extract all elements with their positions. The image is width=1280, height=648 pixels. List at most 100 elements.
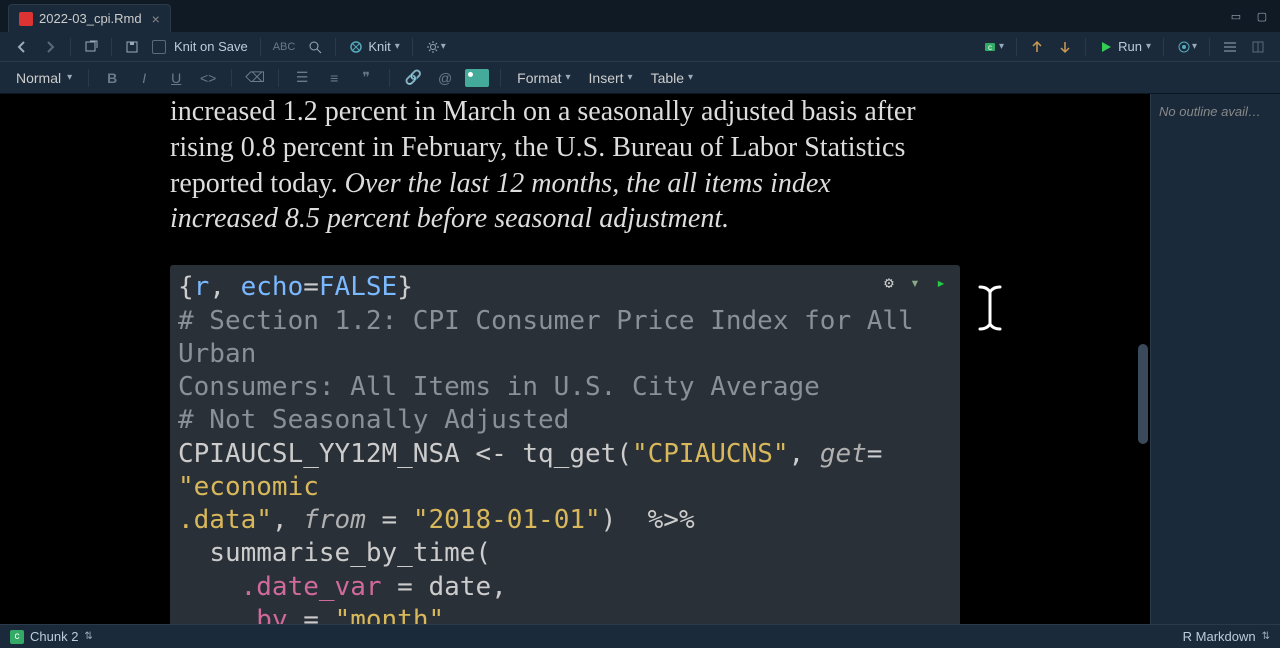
prose-line: increased 1.2 percent in March on a seas… bbox=[170, 96, 916, 127]
paragraph-style-select[interactable]: Normal ▾ bbox=[10, 68, 78, 88]
chevron-icon[interactable]: ⇅ bbox=[84, 631, 92, 642]
citation-button[interactable]: @ bbox=[432, 65, 458, 91]
publish-button[interactable]: ▾ bbox=[1172, 35, 1201, 59]
find-replace-button[interactable] bbox=[303, 35, 327, 59]
table-menu[interactable]: Table ▾ bbox=[645, 68, 700, 88]
chunk-badge-icon: c bbox=[10, 630, 24, 644]
popout-icon bbox=[83, 39, 99, 55]
chevron-down-icon: ▾ bbox=[566, 72, 571, 83]
document-mode[interactable]: R Markdown bbox=[1183, 629, 1256, 644]
chevron-down-icon: ▾ bbox=[628, 72, 633, 83]
go-next-chunk-button[interactable] bbox=[1053, 35, 1077, 59]
minimize-pane-icon[interactable]: ▭ bbox=[1224, 9, 1248, 23]
insert-chunk-icon: c bbox=[983, 39, 999, 55]
run-label: Run bbox=[1118, 39, 1142, 54]
image-button[interactable] bbox=[464, 65, 490, 91]
underline-icon: U bbox=[171, 70, 181, 86]
knit-on-save-label: Knit on Save bbox=[174, 39, 248, 54]
rmd-file-icon bbox=[19, 12, 33, 26]
maximize-pane-icon[interactable]: ▢ bbox=[1250, 9, 1274, 23]
code-button[interactable]: <> bbox=[195, 65, 221, 91]
status-bar: c Chunk 2 ⇅ R Markdown ⇅ bbox=[0, 624, 1280, 648]
publish-icon bbox=[1176, 39, 1192, 55]
window-controls: ▭ ▢ bbox=[1224, 9, 1274, 23]
numbered-list-button[interactable]: ≡ bbox=[321, 65, 347, 91]
save-icon bbox=[124, 39, 140, 55]
link-icon: 🔗 bbox=[404, 69, 421, 86]
citation-icon: @ bbox=[438, 70, 452, 86]
chevron-down-icon: ▾ bbox=[1192, 41, 1197, 52]
bullet-list-icon: ☰ bbox=[296, 69, 309, 86]
prose-line: reported today. bbox=[170, 168, 345, 199]
forward-button[interactable] bbox=[38, 35, 62, 59]
link-button[interactable]: 🔗 bbox=[400, 65, 426, 91]
format-menu[interactable]: Format ▾ bbox=[511, 68, 576, 88]
run-button[interactable]: Run ▾ bbox=[1094, 35, 1155, 59]
italic-icon: I bbox=[142, 70, 146, 86]
file-tab[interactable]: 2022-03_cpi.Rmd × bbox=[8, 4, 171, 32]
run-above-button[interactable]: ▾ bbox=[906, 273, 924, 293]
code-chunk[interactable]: ⚙ ▾ ▸ {r, echo=FALSE} # Section 1.2: CPI… bbox=[170, 265, 960, 624]
knit-button[interactable]: Knit ▾ bbox=[344, 35, 403, 59]
insert-menu-label: Insert bbox=[589, 70, 624, 86]
clear-formatting-button[interactable]: ⌫ bbox=[242, 65, 268, 91]
knit-on-save-toggle[interactable]: Knit on Save bbox=[148, 35, 252, 59]
back-button[interactable] bbox=[10, 35, 34, 59]
chevron-down-icon: ▾ bbox=[395, 41, 400, 52]
search-icon bbox=[307, 39, 323, 55]
chevron-down-icon: ▾ bbox=[688, 72, 693, 83]
chevron-icon[interactable]: ⇅ bbox=[1262, 631, 1270, 642]
prose-line: rising 0.8 percent in February, the U.S.… bbox=[170, 132, 905, 163]
prose-em: Over the last 12 months, the all items i… bbox=[345, 168, 831, 199]
chunk-indicator[interactable]: Chunk 2 bbox=[30, 629, 78, 644]
outline-pane: No outline avail… bbox=[1150, 94, 1280, 624]
chevron-down-icon: ▾ bbox=[441, 41, 446, 52]
clear-format-icon: ⌫ bbox=[245, 69, 265, 86]
insert-menu[interactable]: Insert ▾ bbox=[583, 68, 639, 88]
table-menu-label: Table bbox=[651, 70, 684, 86]
run-chunk-button[interactable]: ▸ bbox=[932, 273, 950, 293]
format-toolbar: Normal ▾ B I U <> ⌫ ☰ ≡ ❞ 🔗 @ Format ▾ I… bbox=[0, 62, 1280, 94]
outline-empty-label: No outline avail… bbox=[1159, 104, 1261, 119]
show-in-new-window-button[interactable] bbox=[79, 35, 103, 59]
checkbox-icon bbox=[152, 40, 166, 54]
tab-filename: 2022-03_cpi.Rmd bbox=[39, 11, 142, 26]
editor-pane[interactable]: increased 1.2 percent in March on a seas… bbox=[0, 94, 1150, 624]
scrollbar-thumb[interactable] bbox=[1138, 344, 1148, 444]
image-icon bbox=[465, 69, 489, 87]
settings-button[interactable]: ▾ bbox=[421, 35, 450, 59]
arrow-left-icon bbox=[14, 39, 30, 55]
bold-button[interactable]: B bbox=[99, 65, 125, 91]
tab-bar: 2022-03_cpi.Rmd × ▭ ▢ bbox=[0, 0, 1280, 32]
code-icon: <> bbox=[200, 70, 216, 86]
italic-button[interactable]: I bbox=[131, 65, 157, 91]
close-tab-icon[interactable]: × bbox=[152, 11, 160, 27]
chunk-toolbar: ⚙ ▾ ▸ bbox=[880, 273, 950, 293]
prose-em: increased 8.5 percent before seasonal ad… bbox=[170, 203, 729, 234]
chevron-down-icon: ▾ bbox=[67, 72, 72, 83]
go-previous-chunk-button[interactable] bbox=[1025, 35, 1049, 59]
prose-text[interactable]: increased 1.2 percent in March on a seas… bbox=[170, 94, 990, 237]
save-button[interactable] bbox=[120, 35, 144, 59]
arrow-right-icon bbox=[42, 39, 58, 55]
bold-icon: B bbox=[107, 70, 117, 86]
arrow-down-icon bbox=[1057, 39, 1073, 55]
underline-button[interactable]: U bbox=[163, 65, 189, 91]
visual-mode-icon bbox=[1250, 39, 1266, 55]
chunk-options-button[interactable]: ⚙ bbox=[880, 273, 898, 293]
visual-mode-button[interactable] bbox=[1246, 35, 1270, 59]
run-icon bbox=[1098, 39, 1114, 55]
spellcheck-button[interactable]: ABC bbox=[269, 35, 300, 59]
chevron-down-icon: ▾ bbox=[1146, 41, 1151, 52]
format-menu-label: Format bbox=[517, 70, 561, 86]
main-area: increased 1.2 percent in March on a seas… bbox=[0, 94, 1280, 624]
blockquote-button[interactable]: ❞ bbox=[353, 65, 379, 91]
outline-toggle-button[interactable] bbox=[1218, 35, 1242, 59]
svg-text:c: c bbox=[988, 43, 992, 52]
bullet-list-button[interactable]: ☰ bbox=[289, 65, 315, 91]
paragraph-style-label: Normal bbox=[16, 70, 61, 86]
gear-icon bbox=[425, 39, 441, 55]
spellcheck-icon: ABC bbox=[273, 41, 296, 53]
insert-chunk-button[interactable]: c ▾ bbox=[979, 35, 1008, 59]
main-toolbar: Knit on Save ABC Knit ▾ ▾ c ▾ Run ▾ ▾ bbox=[0, 32, 1280, 62]
